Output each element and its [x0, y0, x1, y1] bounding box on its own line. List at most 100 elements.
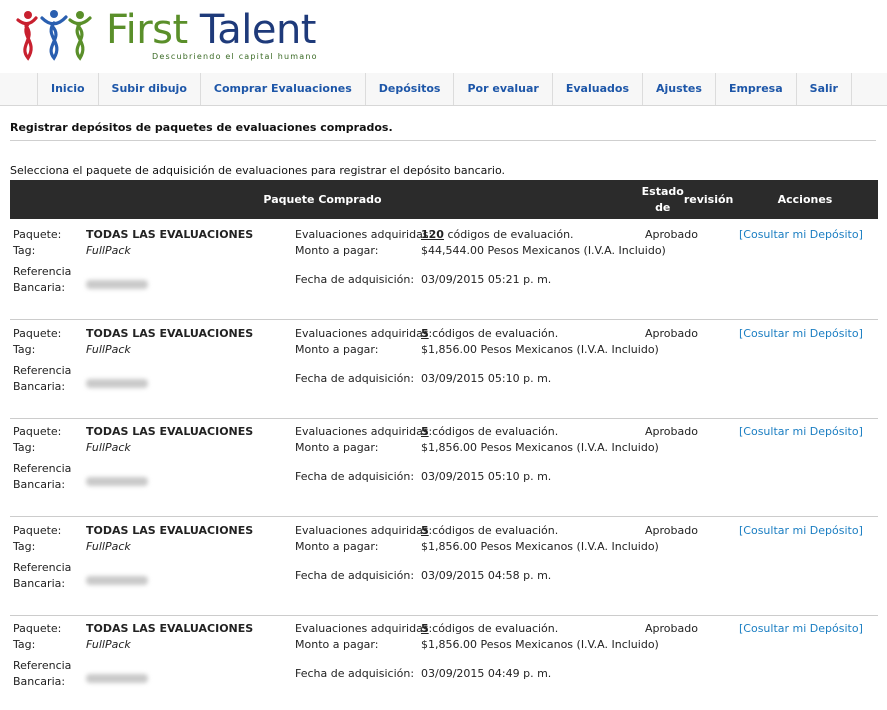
- nav-item-subir-dibujo[interactable]: Subir dibujo: [99, 73, 201, 105]
- label-bancaria: Bancaria:: [13, 379, 66, 393]
- brand-talent-initial: T: [199, 7, 218, 53]
- purchase-date: 03/09/2015 05:10 p. m.: [421, 371, 552, 385]
- label-evaluaciones: Evaluaciones adquiridas:: [295, 326, 433, 340]
- purchase-date: 03/09/2015 04:49 p. m.: [421, 667, 552, 680]
- evaluations-number: 5: [421, 326, 429, 340]
- package-name: TODAS LAS EVALUACIONES: [86, 425, 254, 438]
- label-paquete: Paquete:: [13, 326, 62, 340]
- table-header: Paquete Comprado Estado de revisión Acci…: [10, 180, 878, 219]
- label-referencia: Referencia: [13, 265, 72, 278]
- review-status: Aprobado: [645, 622, 698, 635]
- evaluations-number: 5: [421, 622, 429, 635]
- label-monto: Monto a pagar:: [295, 441, 379, 454]
- page-title: Registrar depósitos de paquetes de evalu…: [10, 121, 393, 134]
- label-bancaria: Bancaria:: [13, 675, 66, 688]
- codes-suffix: códigos de evaluación.: [428, 425, 559, 438]
- people-logo-icon: [16, 10, 92, 61]
- consult-deposit-link[interactable]: [Cosultar mi Depósito]: [739, 523, 863, 538]
- title-divider: [10, 140, 876, 141]
- header-paquete: Paquete Comprado: [263, 192, 382, 206]
- evaluations-number: 120: [421, 228, 444, 241]
- review-status: Aprobado: [645, 425, 698, 438]
- table-row: Paquete: Tag: Referencia Bancaria: TODAS LAS…: [10, 518, 878, 616]
- label-paquete: Paquete:: [13, 228, 62, 241]
- package-name: TODAS LAS EVALUACIONES: [86, 228, 254, 241]
- nav-item-depósitos[interactable]: Depósitos: [366, 73, 455, 105]
- label-monto: Monto a pagar:: [295, 342, 379, 356]
- label-paquete: Paquete:: [13, 622, 62, 635]
- codes-suffix: códigos de evaluación.: [428, 523, 559, 537]
- nav-item-evaluados[interactable]: Evaluados: [553, 73, 643, 105]
- label-paquete: Paquete:: [13, 523, 62, 537]
- amount-due: $44,544.00 Pesos Mexicanos (I.V.A. Inclu…: [421, 244, 666, 257]
- package-tag: FullPack: [86, 638, 131, 651]
- nav-item-ajustes[interactable]: Ajustes: [643, 73, 716, 105]
- label-monto: Monto a pagar:: [295, 539, 379, 553]
- amount-due: $1,856.00 Pesos Mexicanos (I.V.A. Inclui…: [421, 342, 659, 356]
- brand-tagline: Descubriendo el capital humano: [152, 52, 318, 61]
- label-tag: Tag:: [13, 244, 36, 257]
- label-evaluaciones: Evaluaciones adquiridas:: [295, 228, 433, 241]
- table-row: Paquete: Tag: Referencia Bancaria: TODAS LAS…: [10, 222, 878, 320]
- evaluations-number: 5: [421, 523, 429, 537]
- label-referencia: Referencia: [13, 659, 72, 672]
- label-tag: Tag:: [13, 342, 36, 356]
- bank-reference-redacted: [86, 280, 148, 289]
- site-header: First Talent Descubriendo el capital hum…: [0, 0, 887, 75]
- evaluations-count: 5 códigos de evaluación.: [421, 621, 558, 636]
- nav-item-comprar-evaluaciones[interactable]: Comprar Evaluaciones: [201, 73, 366, 105]
- bank-reference-redacted: [86, 378, 148, 388]
- consult-deposit-link[interactable]: [Cosultar mi Depósito]: [739, 326, 863, 341]
- nav-item-por-evaluar[interactable]: Por evaluar: [454, 73, 553, 105]
- header-estado: Estado de revisión: [641, 180, 734, 219]
- header-estado-line2: revisión: [683, 192, 734, 206]
- review-status: Aprobado: [645, 228, 698, 241]
- amount-due: $1,856.00 Pesos Mexicanos (I.V.A. Inclui…: [421, 638, 659, 651]
- consult-deposit-link[interactable]: [Cosultar mi Depósito]: [739, 621, 863, 636]
- label-bancaria: Bancaria:: [13, 576, 66, 590]
- nav-item-empresa[interactable]: Empresa: [716, 73, 797, 105]
- table-row: Paquete: Tag: Referencia Bancaria: TODAS LAS…: [10, 616, 878, 710]
- label-monto: Monto a pagar:: [295, 244, 379, 257]
- package-name: TODAS LAS EVALUACIONES: [86, 523, 254, 537]
- evaluations-count: 5 códigos de evaluación.: [421, 326, 558, 341]
- label-referencia: Referencia: [13, 363, 72, 377]
- label-paquete: Paquete:: [13, 425, 62, 438]
- table-row: Paquete: Tag: Referencia Bancaria: TODAS LAS…: [10, 419, 878, 517]
- header-acciones: Acciones: [777, 192, 833, 206]
- evaluations-count: 5 códigos de evaluación.: [421, 424, 558, 439]
- amount-due: $1,856.00 Pesos Mexicanos (I.V.A. Inclui…: [421, 539, 659, 553]
- label-tag: Tag:: [13, 441, 36, 454]
- label-referencia: Referencia: [13, 560, 72, 574]
- label-monto: Monto a pagar:: [295, 638, 379, 651]
- bank-reference-redacted: [86, 575, 148, 585]
- main-nav: Inicio Subir dibujo Comprar Evaluaciones De…: [0, 73, 887, 106]
- package-tag: FullPack: [86, 244, 131, 257]
- package-tag: FullPack: [86, 539, 131, 553]
- nav-item-inicio[interactable]: Inicio: [38, 73, 99, 105]
- nav-bar: Inicio Subir dibujo Comprar Evaluaciones De…: [37, 73, 852, 105]
- header-estado-line1: Estado de: [641, 184, 684, 214]
- label-fecha: Fecha de adquisición:: [295, 371, 415, 385]
- codes-suffix: códigos de evaluación.: [428, 326, 559, 340]
- table-row: Paquete: Tag: Referencia Bancaria: TODAS LAS…: [10, 321, 878, 419]
- label-evaluaciones: Evaluaciones adquiridas:: [295, 523, 433, 537]
- evaluations-number: 5: [421, 425, 429, 438]
- label-fecha: Fecha de adquisición:: [295, 273, 415, 286]
- nav-item-salir[interactable]: Salir: [797, 73, 852, 105]
- codes-suffix: códigos de evaluación.: [443, 228, 574, 241]
- purchase-date: 03/09/2015 04:58 p. m.: [421, 568, 552, 582]
- brand-logo-text: First Talent: [106, 6, 316, 54]
- label-evaluaciones: Evaluaciones adquiridas:: [295, 425, 433, 438]
- consult-deposit-link[interactable]: [Cosultar mi Depósito]: [739, 227, 863, 242]
- label-bancaria: Bancaria:: [13, 281, 66, 294]
- evaluations-count: 5 códigos de evaluación.: [421, 523, 558, 538]
- label-evaluaciones: Evaluaciones adquiridas:: [295, 622, 433, 635]
- label-bancaria: Bancaria:: [13, 478, 66, 491]
- consult-deposit-link[interactable]: [Cosultar mi Depósito]: [739, 424, 863, 439]
- amount-due: $1,856.00 Pesos Mexicanos (I.V.A. Inclui…: [421, 441, 659, 454]
- label-referencia: Referencia: [13, 462, 72, 475]
- evaluations-count: 120 códigos de evaluación.: [421, 227, 574, 242]
- codes-suffix: códigos de evaluación.: [428, 622, 559, 635]
- label-tag: Tag:: [13, 539, 36, 553]
